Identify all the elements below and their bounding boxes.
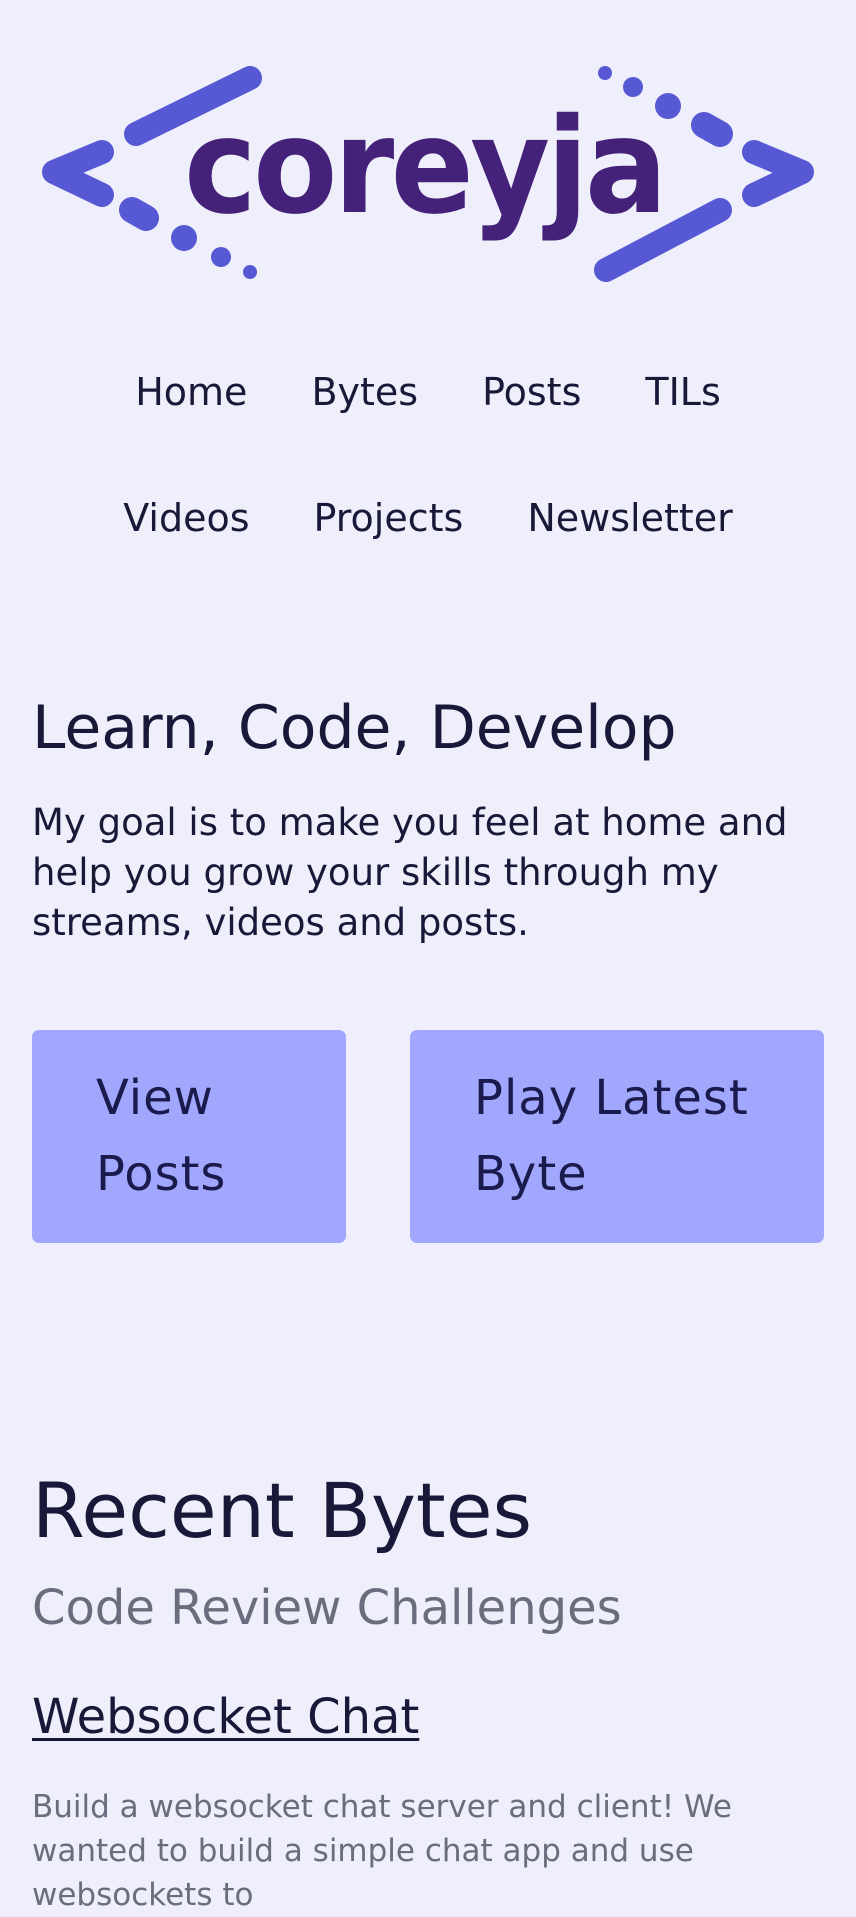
logo-wordmark: coreyja (184, 90, 664, 244)
nav-link-tils[interactable]: TILs (645, 370, 720, 414)
site-logo[interactable]: coreyja (40, 60, 816, 290)
nav-link-projects[interactable]: Projects (314, 496, 464, 540)
nav-row: Videos Projects Newsletter (0, 496, 856, 540)
nav-link-newsletter[interactable]: Newsletter (527, 496, 732, 540)
logo-graphic: coreyja (42, 66, 814, 282)
nav-link-bytes[interactable]: Bytes (311, 370, 418, 414)
logo-dot (598, 66, 612, 80)
view-posts-button[interactable]: View Posts (32, 1030, 346, 1243)
play-latest-byte-button[interactable]: Play Latest Byte (410, 1030, 824, 1243)
byte-description: Build a websocket chat server and client… (32, 1789, 732, 1913)
logo-dot (691, 112, 733, 147)
nav-link-videos[interactable]: Videos (123, 496, 249, 540)
main-nav: Home Bytes Posts TILs Videos Projects Ne… (0, 370, 856, 540)
hero-title: Learn, Code, Develop (32, 693, 677, 763)
logo-dot (119, 197, 159, 231)
byte-title-link[interactable]: Websocket Chat (32, 1688, 419, 1746)
logo-dot (243, 265, 257, 279)
recent-bytes-subtitle: Code Review Challenges (32, 1580, 622, 1636)
logo-right-chevron (742, 140, 814, 207)
recent-bytes-heading: Recent Bytes (32, 1466, 533, 1555)
nav-link-posts[interactable]: Posts (482, 370, 581, 414)
logo-left-chevron (42, 140, 114, 207)
logo-dot (211, 247, 231, 267)
nav-row: Home Bytes Posts TILs (0, 370, 856, 414)
nav-link-home[interactable]: Home (135, 370, 247, 414)
hero-description: My goal is to make you feel at home and … (32, 801, 788, 944)
